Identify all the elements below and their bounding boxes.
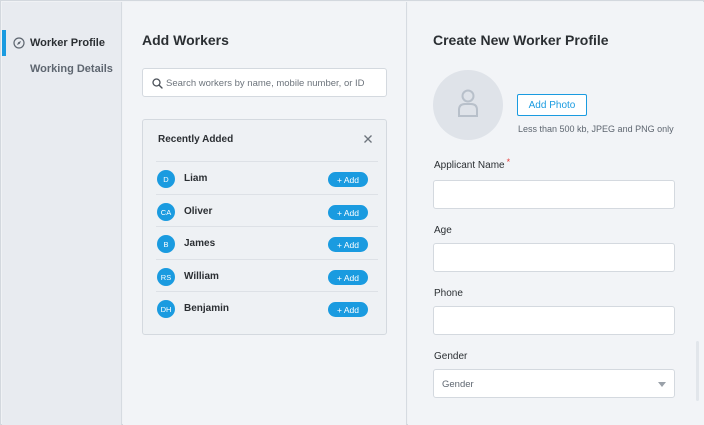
sidebar-item-label: Worker Profile <box>30 37 105 49</box>
list-item: B James + Add <box>156 226 378 259</box>
worker-name: Benjamin <box>184 303 230 314</box>
add-workers-title: Add Workers <box>142 32 229 48</box>
add-photo-button[interactable]: Add Photo <box>517 94 587 116</box>
add-worker-button[interactable]: + Add <box>328 237 368 252</box>
worker-name: William <box>184 271 219 282</box>
gender-select[interactable]: Gender <box>433 369 675 398</box>
active-indicator <box>2 30 6 56</box>
applicant-name-label: Applicant Name * <box>434 157 511 171</box>
recently-added-card: Recently Added D Liam + Add CA Oliver + … <box>142 119 387 335</box>
close-icon[interactable] <box>361 132 375 146</box>
avatar: DH <box>157 300 175 318</box>
list-item: CA Oliver + Add <box>156 194 378 227</box>
phone-label: Phone <box>434 288 463 299</box>
avatar: RS <box>157 268 175 286</box>
person-icon <box>458 89 478 117</box>
create-profile-title: Create New Worker Profile <box>433 32 609 48</box>
worker-name: Liam <box>184 173 208 184</box>
search-icon <box>152 78 163 89</box>
scrollbar[interactable] <box>696 341 699 401</box>
chevron-down-icon <box>658 382 666 387</box>
photo-placeholder <box>433 70 503 140</box>
create-profile-panel: Create New Worker Profile Add Photo Less… <box>408 2 704 425</box>
avatar: CA <box>157 203 175 221</box>
sidebar-item-working-details[interactable]: Working Details <box>2 56 122 82</box>
add-worker-button[interactable]: + Add <box>328 172 368 187</box>
worker-name: James <box>184 238 216 249</box>
applicant-name-field[interactable] <box>433 180 675 209</box>
gender-label: Gender <box>434 351 468 362</box>
list-item: RS William + Add <box>156 259 378 292</box>
add-worker-button[interactable]: + Add <box>328 302 368 317</box>
add-workers-panel: Add Workers Recently Added D Liam + Add … <box>123 2 407 425</box>
sidebar-item-label: Working Details <box>30 63 113 75</box>
gender-selected-value: Gender <box>442 379 474 390</box>
photo-hint: Less than 500 kb, JPEG and PNG only <box>518 124 674 134</box>
sidebar-item-worker-profile[interactable]: Worker Profile <box>2 30 122 56</box>
app-window: Worker Profile Working Details Add Worke… <box>0 0 704 425</box>
age-label: Age <box>434 225 452 236</box>
search-workers-field[interactable] <box>142 68 387 97</box>
worker-name: Oliver <box>184 206 213 217</box>
age-field[interactable] <box>433 243 675 272</box>
compass-icon <box>13 37 25 49</box>
search-input[interactable] <box>166 74 381 92</box>
avatar: D <box>157 170 175 188</box>
add-worker-button[interactable]: + Add <box>328 270 368 285</box>
sidebar: Worker Profile Working Details <box>2 2 122 425</box>
avatar: B <box>157 235 175 253</box>
list-item: D Liam + Add <box>156 161 378 194</box>
list-item: DH Benjamin + Add <box>156 291 378 324</box>
add-worker-button[interactable]: + Add <box>328 205 368 220</box>
required-marker: * <box>506 157 511 167</box>
recently-added-title: Recently Added <box>158 134 234 145</box>
applicant-name-label-text: Applicant Name <box>434 160 505 171</box>
phone-field[interactable] <box>433 306 675 335</box>
